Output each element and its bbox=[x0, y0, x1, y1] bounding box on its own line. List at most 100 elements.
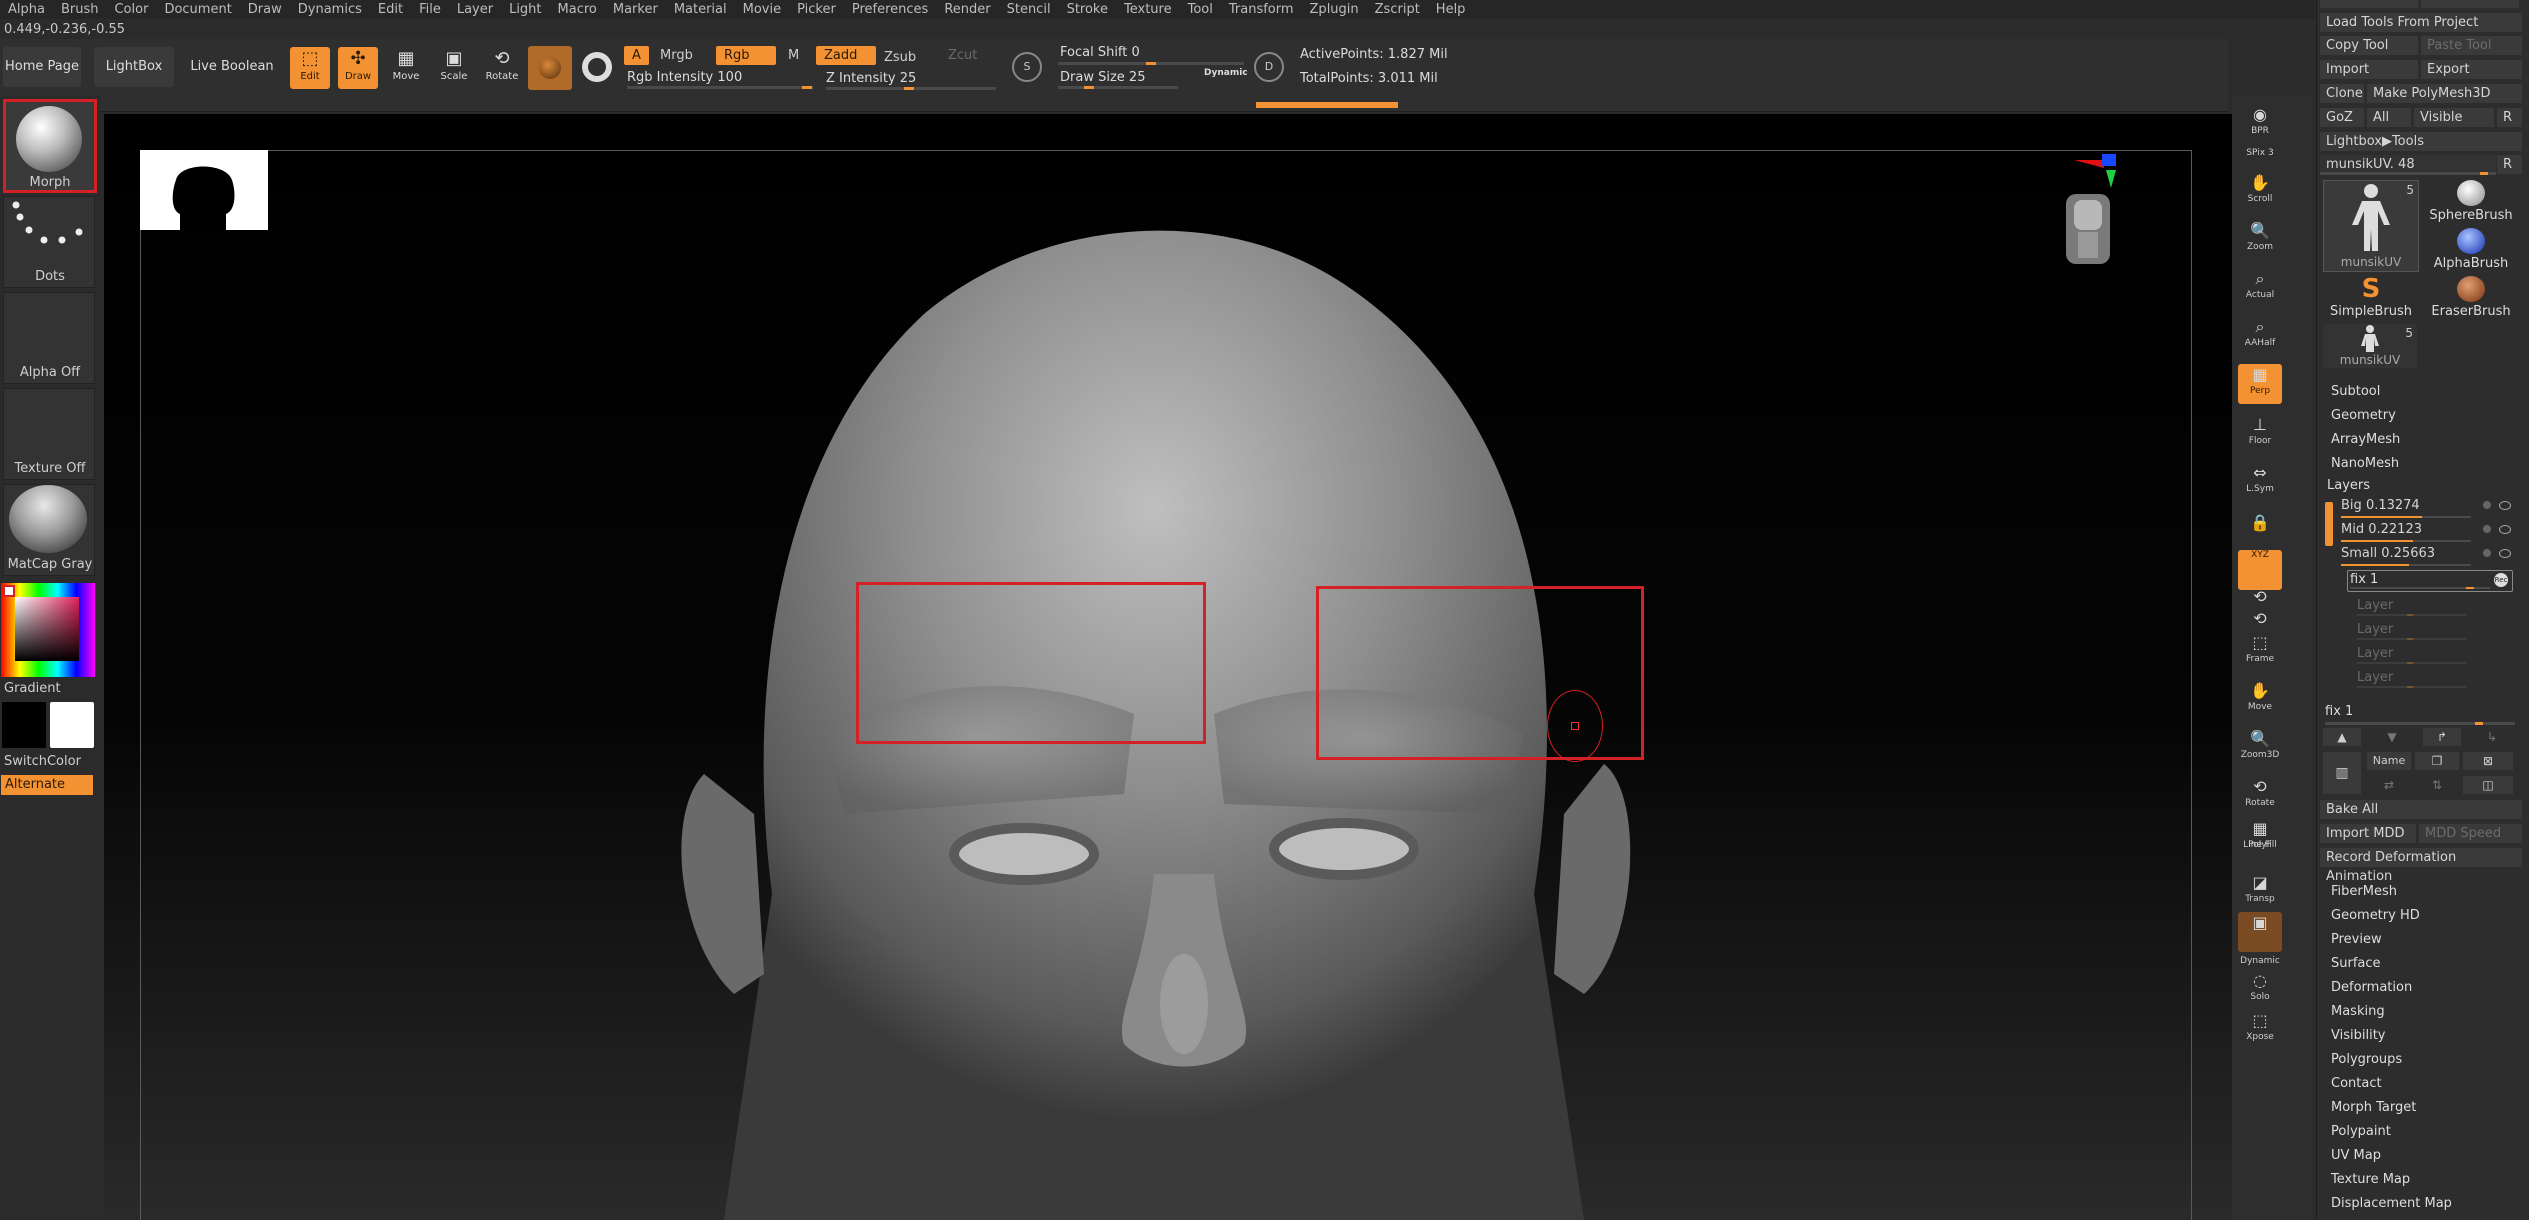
menu-tool[interactable]: Tool bbox=[1180, 2, 1221, 17]
shelf-shelf-9-button[interactable]: 🔒 bbox=[2238, 512, 2282, 552]
bake-all-button[interactable]: Bake All bbox=[2320, 800, 2522, 819]
menu-brush[interactable]: Brush bbox=[53, 2, 107, 17]
layer-row-small[interactable]: Small 0.25663 bbox=[2327, 546, 2435, 561]
gradient-label[interactable]: Gradient bbox=[4, 681, 104, 696]
zadd-toggle[interactable]: Zadd bbox=[816, 46, 876, 65]
switch-color-button[interactable]: SwitchColor bbox=[4, 754, 104, 769]
shelf-rotate-button[interactable]: ⟲ Rotate bbox=[2238, 776, 2282, 816]
menu-stencil[interactable]: Stencil bbox=[999, 2, 1059, 17]
tool-thumb-simplebrush[interactable]: S SimpleBrush bbox=[2323, 276, 2419, 320]
layer-visibility-eye-icon[interactable] bbox=[2499, 549, 2511, 558]
make-polymesh3d-button[interactable]: Make PolyMesh3D bbox=[2367, 84, 2522, 103]
tool-thumb-munsikuv[interactable]: 5 munsikUV bbox=[2323, 180, 2419, 272]
import-button[interactable]: Import bbox=[2320, 60, 2418, 79]
section-nanomesh[interactable]: NanoMesh bbox=[2331, 456, 2399, 471]
section-preview[interactable]: Preview bbox=[2331, 932, 2382, 947]
menu-edit[interactable]: Edit bbox=[370, 2, 411, 17]
menu-texture[interactable]: Texture bbox=[1116, 2, 1180, 17]
layer-record-dot-icon[interactable] bbox=[2483, 501, 2491, 509]
shelf-bpr-button[interactable]: ◉ BPR bbox=[2238, 104, 2282, 144]
viewport-canvas[interactable] bbox=[104, 114, 2232, 1220]
edit-mode-button[interactable]: ⬚ Edit bbox=[290, 47, 330, 89]
m-toggle[interactable]: M bbox=[780, 46, 807, 65]
section-visibility[interactable]: Visibility bbox=[2331, 1028, 2385, 1043]
paste-tool-button[interactable]: Paste Tool bbox=[2421, 36, 2522, 55]
layer-strength-slider[interactable] bbox=[2341, 540, 2471, 542]
section-geometry[interactable]: Geometry bbox=[2331, 408, 2396, 423]
layer-up-arrow-icon[interactable]: ▲ bbox=[2323, 728, 2361, 746]
shelf-frame-button[interactable]: ⬚ Frame bbox=[2238, 632, 2282, 672]
shelf-transp-button[interactable]: ◪ Transp bbox=[2238, 872, 2282, 912]
menu-light[interactable]: Light bbox=[501, 2, 549, 17]
rotate-mode-button[interactable]: ⟲ Rotate bbox=[482, 47, 522, 89]
shelf-aahalf-button[interactable]: ⌕ AAHalf bbox=[2238, 316, 2282, 356]
menu-file[interactable]: File bbox=[411, 2, 449, 17]
move-mode-button[interactable]: ▦ Move bbox=[386, 47, 426, 89]
menu-zscript[interactable]: Zscript bbox=[1367, 2, 1428, 17]
layer-stack-icon[interactable]: ◫ bbox=[2463, 776, 2513, 794]
menu-macro[interactable]: Macro bbox=[550, 2, 605, 17]
menu-material[interactable]: Material bbox=[666, 2, 735, 17]
rgb-intensity-track[interactable] bbox=[627, 86, 813, 89]
menu-movie[interactable]: Movie bbox=[735, 2, 789, 17]
focal-shift-track[interactable] bbox=[1058, 62, 1244, 65]
zcut-toggle[interactable]: Zcut bbox=[940, 46, 985, 65]
shelf-l-sym-button[interactable]: ⇔ L.Sym bbox=[2238, 462, 2282, 502]
shelf-scroll-button[interactable]: ✋ Scroll bbox=[2238, 172, 2282, 212]
material-thumbnail[interactable]: MatCap Gray bbox=[3, 484, 95, 576]
navigation-gizmo[interactable] bbox=[2064, 154, 2134, 274]
menu-transform[interactable]: Transform bbox=[1221, 2, 1302, 17]
alternate-button[interactable]: Alternate bbox=[1, 775, 93, 795]
stroke-thumbnail[interactable]: Dots bbox=[3, 196, 95, 288]
layer-split-icon[interactable]: ↳ bbox=[2473, 728, 2511, 746]
tool-thumb-spherebrush[interactable]: SphereBrush bbox=[2421, 180, 2521, 224]
section-arraymesh[interactable]: ArrayMesh bbox=[2331, 432, 2400, 447]
import-mdd-button[interactable]: Import MDD bbox=[2320, 824, 2416, 843]
section-polygroups[interactable]: Polygroups bbox=[2331, 1052, 2402, 1067]
current-tool-r-button[interactable]: R bbox=[2497, 155, 2522, 174]
layer-fix-row[interactable]: fix 1 Rec bbox=[2347, 570, 2513, 592]
lightbox-tools-button[interactable]: Lightbox▶Tools bbox=[2320, 132, 2522, 151]
dynamic-toggle[interactable]: Dynamic bbox=[1204, 68, 1248, 78]
layer-strength-slider[interactable] bbox=[2341, 516, 2471, 518]
mrgb-toggle[interactable]: Mrgb bbox=[652, 46, 701, 65]
section-uv-map[interactable]: UV Map bbox=[2331, 1148, 2381, 1163]
shelf-shelf-20-button[interactable]: ▣ bbox=[2238, 912, 2282, 952]
tool-thumb-alphabrush[interactable]: AlphaBrush bbox=[2421, 228, 2521, 272]
section-geometry-hd[interactable]: Geometry HD bbox=[2331, 908, 2420, 923]
mdd-speed-slider[interactable]: MDD Speed bbox=[2419, 824, 2522, 843]
shelf-xpose-button[interactable]: ⬚ Xpose bbox=[2238, 1010, 2282, 1050]
clone-button[interactable]: Clone bbox=[2320, 84, 2364, 103]
layer-swap-icon[interactable]: ⇅ bbox=[2415, 776, 2459, 794]
goz-visible-button[interactable]: Visible bbox=[2414, 108, 2494, 127]
section-subtool[interactable]: Subtool bbox=[2331, 384, 2380, 399]
shelf-zoom-button[interactable]: 🔍 Zoom bbox=[2238, 220, 2282, 260]
tool-thumb-munsikuv-2[interactable]: 5 munsikUV bbox=[2323, 324, 2417, 368]
section-deformation[interactable]: Deformation bbox=[2331, 980, 2412, 995]
menu-zplugin[interactable]: Zplugin bbox=[1302, 2, 1367, 17]
brush-thumbnail[interactable]: Morph bbox=[3, 99, 97, 193]
scale-mode-button[interactable]: ▣ Scale bbox=[434, 47, 474, 89]
menu-preferences[interactable]: Preferences bbox=[844, 2, 936, 17]
live-boolean-button[interactable]: Live Boolean bbox=[187, 47, 277, 87]
z-intensity-track[interactable] bbox=[826, 87, 996, 90]
section-morph-target[interactable]: Morph Target bbox=[2331, 1100, 2416, 1115]
rec-button[interactable]: Rec bbox=[2494, 573, 2508, 587]
menu-stroke[interactable]: Stroke bbox=[1059, 2, 1116, 17]
layer-visibility-eye-icon[interactable] bbox=[2499, 501, 2511, 510]
silhouette-thumbnail[interactable] bbox=[140, 150, 268, 230]
menu-picker[interactable]: Picker bbox=[789, 2, 844, 17]
menu-dynamics[interactable]: Dynamics bbox=[290, 2, 370, 17]
menu-draw[interactable]: Draw bbox=[240, 2, 290, 17]
shelf-move-button[interactable]: ✋ Move bbox=[2238, 680, 2282, 720]
spotlight-icon[interactable] bbox=[582, 52, 612, 82]
alpha-thumbnail[interactable]: Alpha Off bbox=[3, 292, 95, 384]
export-button[interactable]: Export bbox=[2421, 60, 2522, 79]
layer-merge-icon[interactable]: ⊠ bbox=[2463, 752, 2513, 770]
layer-down-arrow-icon[interactable]: ▼ bbox=[2373, 728, 2411, 746]
main-color-swatch[interactable] bbox=[2, 702, 46, 748]
draw-size-track[interactable] bbox=[1058, 86, 1178, 89]
layer-record-dot-icon[interactable] bbox=[2483, 525, 2491, 533]
a-toggle[interactable]: A bbox=[624, 46, 649, 65]
copy-tool-button[interactable]: Copy Tool bbox=[2320, 36, 2418, 55]
